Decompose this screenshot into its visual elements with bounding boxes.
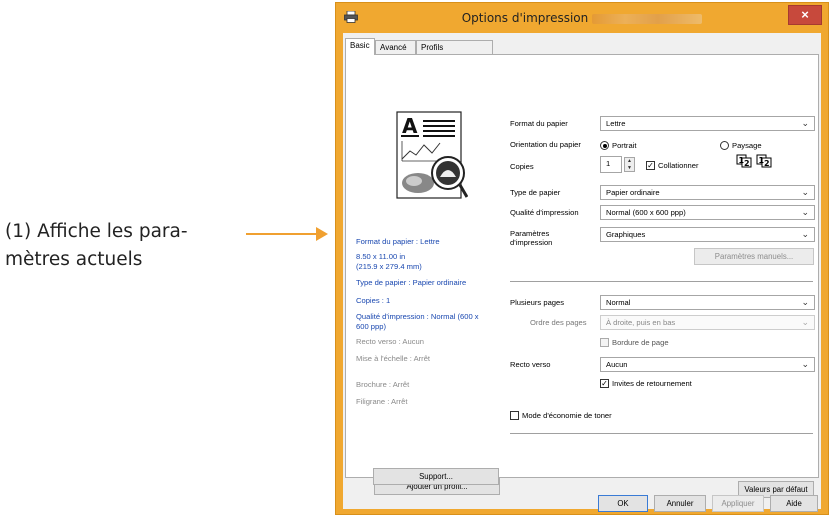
copies-input[interactable]: 1 bbox=[600, 156, 622, 173]
collate-pages-icon: 1 2 1 2 bbox=[736, 154, 772, 168]
redacted-printer-name bbox=[592, 13, 703, 24]
current-paper-format: Format du papier : Lettre bbox=[356, 237, 440, 246]
chevron-down-icon: ⌄ bbox=[801, 297, 809, 307]
portrait-label[interactable]: Portrait bbox=[612, 141, 636, 150]
duplex-select[interactable]: Aucun ⌄ bbox=[600, 357, 815, 372]
callout-arrow-line bbox=[246, 233, 318, 235]
paper-format-value: Lettre bbox=[606, 119, 626, 128]
collate-checkbox[interactable]: ✓ bbox=[646, 161, 655, 170]
multi-page-label: Plusieurs pages bbox=[510, 298, 565, 307]
duplex-label: Recto verso bbox=[510, 360, 551, 369]
toner-save-checkbox[interactable] bbox=[510, 411, 519, 420]
section-divider bbox=[510, 281, 813, 282]
page-order-select[interactable]: À droite, puis en bas ⌄ bbox=[600, 315, 815, 330]
page-border-checkbox[interactable] bbox=[600, 338, 609, 347]
current-paper-size: 8.50 x 11.00 in (215.9 x 279.4 mm) bbox=[356, 252, 422, 271]
chevron-down-icon: ⌄ bbox=[801, 317, 809, 327]
spin-down-icon[interactable]: ▼ bbox=[625, 165, 634, 172]
page-order-value: À droite, puis en bas bbox=[606, 318, 676, 327]
callout-arrow-head-icon bbox=[316, 227, 328, 241]
copies-spinner[interactable]: ▲ ▼ bbox=[624, 157, 635, 172]
paper-type-value: Papier ordinaire bbox=[606, 188, 660, 197]
orientation-label: Orientation du papier bbox=[510, 140, 581, 149]
chevron-down-icon: ⌄ bbox=[801, 229, 809, 239]
section-divider bbox=[510, 433, 813, 434]
apply-button[interactable]: Appliquer bbox=[712, 495, 764, 512]
print-settings-value: Graphiques bbox=[606, 230, 646, 239]
copies-value: 1 bbox=[606, 159, 611, 168]
chevron-down-icon: ⌄ bbox=[801, 207, 809, 217]
current-print-quality: Qualité d'impression : Normal (600 x 600… bbox=[356, 312, 479, 331]
tab-advanced[interactable]: Avancé bbox=[375, 40, 416, 54]
dialog-client-area: Basic Avancé Profils d'Impression A bbox=[343, 33, 821, 512]
current-paper-type: Type de papier : Papier ordinaire bbox=[356, 278, 467, 287]
svg-text:2: 2 bbox=[744, 159, 750, 168]
multi-page-select[interactable]: Normal ⌄ bbox=[600, 295, 815, 310]
chevron-down-icon: ⌄ bbox=[801, 359, 809, 369]
flip-prompt-label[interactable]: Invites de retournement bbox=[612, 379, 692, 388]
collate-label[interactable]: Collationner bbox=[658, 161, 699, 170]
support-button[interactable]: Support... bbox=[373, 468, 499, 485]
svg-text:2: 2 bbox=[764, 159, 770, 168]
title-bar[interactable]: Options d'impression × bbox=[336, 3, 828, 33]
svg-text:A: A bbox=[402, 114, 418, 138]
close-button[interactable]: × bbox=[788, 5, 822, 25]
current-duplex: Recto verso : Aucun bbox=[356, 337, 424, 346]
paper-type-select[interactable]: Papier ordinaire ⌄ bbox=[600, 185, 815, 200]
print-settings-label: Paramètres d'impression bbox=[510, 229, 553, 247]
page-border-label[interactable]: Bordure de page bbox=[612, 338, 669, 347]
window-title: Options d'impression bbox=[336, 11, 828, 25]
print-settings-select[interactable]: Graphiques ⌄ bbox=[600, 227, 815, 242]
chevron-down-icon: ⌄ bbox=[801, 118, 809, 128]
tab-basic[interactable]: Basic bbox=[345, 38, 375, 55]
print-quality-label: Qualité d'impression bbox=[510, 208, 579, 217]
cancel-button[interactable]: Annuler bbox=[654, 495, 706, 512]
page-order-label: Ordre des pages bbox=[530, 318, 587, 327]
callout-text: (1) Affiche les para- mètres actuels bbox=[5, 221, 188, 270]
chevron-down-icon: ⌄ bbox=[801, 187, 809, 197]
multi-page-value: Normal bbox=[606, 298, 631, 307]
print-options-window: Options d'impression × Basic Avancé Prof… bbox=[335, 2, 829, 515]
portrait-radio[interactable] bbox=[600, 141, 609, 150]
window-title-text: Options d'impression bbox=[461, 11, 589, 25]
copies-label: Copies bbox=[510, 162, 534, 171]
help-button[interactable]: Aide bbox=[770, 495, 818, 512]
toner-save-label[interactable]: Mode d'économie de toner bbox=[522, 411, 612, 420]
basic-tab-panel: A Format du papier : Lettre 8.50 x 11.00… bbox=[345, 54, 819, 498]
flip-prompt-checkbox[interactable]: ✓ bbox=[600, 379, 609, 388]
landscape-label[interactable]: Paysage bbox=[732, 141, 762, 150]
page-preview-image: A bbox=[396, 111, 468, 199]
landscape-radio[interactable] bbox=[720, 141, 729, 150]
manual-settings-button[interactable]: Paramètres manuels... bbox=[694, 248, 814, 265]
radio-selected-dot bbox=[602, 143, 607, 148]
print-quality-value: Normal (600 x 600 ppp) bbox=[606, 208, 686, 217]
print-quality-select[interactable]: Normal (600 x 600 ppp) ⌄ bbox=[600, 205, 815, 220]
duplex-value: Aucun bbox=[606, 360, 628, 369]
current-copies: Copies : 1 bbox=[356, 296, 391, 305]
tab-print-profiles[interactable]: Profils d'Impression bbox=[416, 40, 493, 66]
ok-button[interactable]: OK bbox=[598, 495, 648, 512]
paper-type-label: Type de papier bbox=[510, 188, 561, 197]
paper-format-label: Format du papier bbox=[510, 119, 568, 128]
current-watermark: Filigrane : Arrêt bbox=[356, 397, 408, 406]
current-booklet: Brochure : Arrêt bbox=[356, 380, 410, 389]
paper-format-select[interactable]: Lettre ⌄ bbox=[600, 116, 815, 131]
current-scaling: Mise à l'échelle : Arrêt bbox=[356, 354, 431, 363]
